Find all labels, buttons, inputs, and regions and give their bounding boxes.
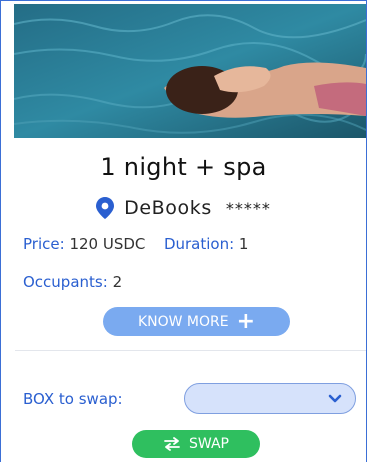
map-pin-icon <box>96 197 115 219</box>
swap-button-label: SWAP <box>189 436 229 452</box>
box-to-swap-label: BOX to swap: <box>23 390 123 408</box>
occupants-value: 2 <box>112 273 123 291</box>
plus-icon: + <box>236 308 256 334</box>
price-value: 120 USDC <box>69 235 146 253</box>
price-label: Price: <box>23 235 65 253</box>
experience-card: 1 night + spa DeBooks ***** Price: 120 U… <box>0 0 367 462</box>
hero-photo-illustration <box>14 4 366 138</box>
location-row: DeBooks ***** <box>1 197 366 219</box>
occupants-label: Occupants: <box>23 273 108 291</box>
duration-label: Duration: <box>163 235 235 253</box>
swap-button[interactable]: SWAP <box>132 430 260 458</box>
offer-title: 1 night + spa <box>100 153 267 181</box>
divider <box>15 350 366 351</box>
price-duration-row: Price: 120 USDC Duration: 1 <box>23 235 248 253</box>
star-rating: ***** <box>225 198 271 218</box>
box-select-dropdown[interactable] <box>184 383 356 414</box>
location-name: DeBooks <box>124 197 212 219</box>
duration-value: 1 <box>238 235 249 253</box>
hero-image <box>14 4 366 138</box>
occupants-row: Occupants: 2 <box>23 273 122 291</box>
chevron-down-icon <box>328 394 342 403</box>
swap-arrows-icon <box>164 437 180 451</box>
know-more-label: KNOW MORE <box>137 313 229 330</box>
know-more-button[interactable]: KNOW MORE + <box>103 307 290 336</box>
